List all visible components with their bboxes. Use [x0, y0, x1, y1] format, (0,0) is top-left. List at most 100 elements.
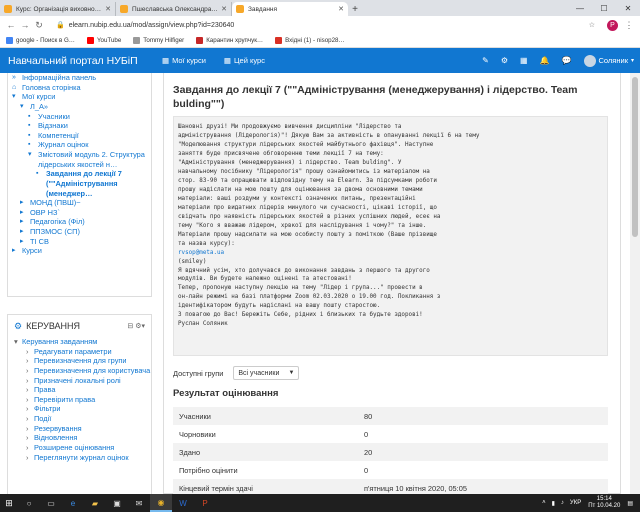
- intro-line: ідентифікатором будуть надіслані на вашу…: [178, 303, 381, 310]
- group-select[interactable]: Всі учасники ▼: [233, 366, 300, 380]
- admin-menu-item[interactable]: › Відновлення: [8, 433, 151, 443]
- nav-item[interactable]: ▾ Мої курси: [8, 92, 151, 102]
- browser-tab-1[interactable]: Курс: Організація виховної роб… ✕: [0, 2, 116, 16]
- intro-line: та назва курсу):: [178, 240, 235, 247]
- admin-menu-item[interactable]: › Події: [8, 414, 151, 424]
- chevron-up-icon[interactable]: ˄: [542, 500, 546, 506]
- intro-line: прошу надіслати на мою пошту для оцінюва…: [178, 186, 423, 193]
- browser-tab-3[interactable]: Завдання ✕: [232, 2, 348, 16]
- admin-menu-item[interactable]: › Призначені локальні ролі: [8, 376, 151, 386]
- bookmark-star-icon[interactable]: ☆: [589, 21, 595, 29]
- minimize-icon[interactable]: —: [568, 4, 592, 13]
- nav-item[interactable]: ▪ Завдання до лекції 7 (""Адміністрування…: [8, 169, 151, 198]
- admin-section[interactable]: ▾ Керування завданням: [8, 337, 151, 347]
- admin-menu-item[interactable]: › Резервування: [8, 424, 151, 434]
- nav-item-label: Інформаційна панель: [22, 73, 97, 82]
- intro-line[interactable]: rvsop@meta.ua: [178, 249, 603, 258]
- store-icon[interactable]: ▣: [106, 494, 128, 512]
- tab-close-icon[interactable]: ✕: [105, 5, 111, 13]
- block-controls[interactable]: ⊟ ⚙▾: [127, 322, 145, 330]
- nav-item[interactable]: ▪ Журнал оцінок: [8, 140, 151, 150]
- my-courses-menu[interactable]: ▦ Мої курси: [162, 56, 206, 65]
- site-brand[interactable]: Навчальний портал НУБіП: [0, 55, 162, 67]
- table-row: Потрібно оцінити 0: [173, 461, 608, 479]
- forward-icon[interactable]: →: [18, 20, 32, 30]
- table-row: Учасники 80: [173, 407, 608, 425]
- nav-item-label: Завдання до лекції 7 (""Адміністрування …: [46, 169, 122, 198]
- nav-item[interactable]: » Інформаційна панель: [8, 73, 151, 83]
- admin-menu-item[interactable]: › Переглянути журнал оцінок: [8, 453, 151, 463]
- tab-close-icon[interactable]: ✕: [338, 5, 344, 13]
- powerpoint-icon[interactable]: P: [194, 494, 216, 512]
- language-indicator[interactable]: УКР: [570, 500, 581, 506]
- group-label: Доступні групи: [173, 368, 224, 378]
- tab-title: Пшеславська Олександра В'яче…: [132, 5, 218, 13]
- admin-menu-item[interactable]: › Права: [8, 385, 151, 395]
- admin-menu-item[interactable]: › Розширене оцінювання: [8, 443, 151, 453]
- bookmark-label: Карантин хрупчук…: [206, 37, 264, 44]
- nav-item[interactable]: ▸ Педагогіка (Філ): [8, 217, 151, 227]
- chrome-icon[interactable]: ◉: [150, 494, 172, 512]
- nav-item[interactable]: ▾ Змістовий модуль 2. Структура лідерськи…: [8, 150, 151, 169]
- nav-item[interactable]: ▸ Курси: [8, 246, 151, 256]
- browser-tab-bar: Курс: Організація виховної роб… ✕ Пшесла…: [0, 0, 640, 16]
- bookmark-gmail[interactable]: Вхідні (1) - nisop28…: [275, 37, 345, 44]
- nav-item-icon: ▪: [28, 112, 31, 120]
- admin-menu-item[interactable]: › Перевизначення для групи: [8, 356, 151, 366]
- nav-item[interactable]: ▸ МОНД (ПВШ)~: [8, 198, 151, 208]
- nav-item[interactable]: ▸ ТІ СВ: [8, 237, 151, 247]
- search-icon[interactable]: ○: [18, 494, 40, 512]
- nav-item[interactable]: ▪ Учасники: [8, 112, 151, 122]
- edit-pencil-icon[interactable]: ✎: [482, 56, 489, 65]
- edge-icon[interactable]: e: [62, 494, 84, 512]
- bookmark-tommy[interactable]: Tommy Hilfiger: [133, 37, 184, 44]
- bookmark-karantyn[interactable]: Карантин хрупчук…: [196, 37, 263, 44]
- clock[interactable]: 15:14 Пт 10.04.20: [588, 496, 620, 510]
- mail-icon[interactable]: ✉: [128, 494, 150, 512]
- messages-icon[interactable]: 💬: [562, 56, 572, 65]
- nav-item[interactable]: ▸ ППЗМОС (СП): [8, 227, 151, 237]
- windows-taskbar: ⊞ ○ ▭ e ▰ ▣ ✉ ◉ W P ˄ ▮ ♪ УКР 15:14 Пт 1…: [0, 494, 640, 512]
- browser-menu-icon[interactable]: ⋮: [622, 20, 636, 31]
- reload-icon[interactable]: ↻: [32, 20, 46, 31]
- scrollbar-thumb[interactable]: [632, 77, 638, 237]
- nav-item[interactable]: ▸ ОВР НЗ`: [8, 208, 151, 218]
- close-window-icon[interactable]: ✕: [616, 4, 640, 13]
- admin-menu-item[interactable]: › Перевизначення для користувача: [8, 366, 151, 376]
- new-tab-button[interactable]: +: [348, 2, 362, 16]
- nav-item-label: Педагогіка (Філ): [30, 217, 85, 227]
- admin-menu-item[interactable]: › Фільтри: [8, 404, 151, 414]
- profile-avatar[interactable]: P: [607, 19, 618, 31]
- page-scrollbar[interactable]: [630, 73, 640, 494]
- grid-icon[interactable]: ▦: [520, 56, 528, 65]
- task-view-icon[interactable]: ▭: [40, 494, 62, 512]
- file-explorer-icon[interactable]: ▰: [84, 494, 106, 512]
- url-field[interactable]: 🔒 elearn.nubip.edu.ua/mod/assign/view.ph…: [50, 19, 603, 32]
- network-icon[interactable]: ▮: [552, 500, 555, 507]
- notifications-icon[interactable]: ▤: [627, 500, 633, 507]
- nav-item[interactable]: ▾ Л_А»: [8, 102, 151, 112]
- nav-item[interactable]: ▪ Відзнаки: [8, 121, 151, 131]
- bookmark-google[interactable]: google - Поиск в G…: [6, 37, 75, 44]
- nav-item[interactable]: ⌂ Головна сторінка: [8, 83, 151, 93]
- volume-icon[interactable]: ♪: [561, 500, 564, 506]
- tab-close-icon[interactable]: ✕: [221, 5, 227, 13]
- this-course-menu[interactable]: ▦ Цей курс: [224, 56, 265, 65]
- admin-menu-item[interactable]: › Редагувати параметри: [8, 347, 151, 357]
- result-value: 0: [364, 465, 369, 475]
- browser-tab-2[interactable]: Пшеславська Олександра В'яче… ✕: [116, 2, 232, 16]
- maximize-icon[interactable]: ☐: [592, 4, 616, 13]
- bookmark-youtube[interactable]: YouTube: [86, 37, 122, 44]
- admin-items: › Редагувати параметри › Перевизначення для…: [8, 347, 151, 463]
- back-icon[interactable]: ←: [4, 20, 18, 30]
- settings-gear-icon[interactable]: ⚙: [501, 56, 508, 65]
- user-menu[interactable]: Соляник ▾: [583, 54, 634, 67]
- bookmark-label: YouTube: [96, 37, 122, 44]
- result-label: Учасники: [173, 407, 358, 425]
- admin-menu-item[interactable]: › Перевірити права: [8, 395, 151, 405]
- windows-start-icon[interactable]: ⊞: [0, 494, 18, 512]
- chevron-right-icon: ›: [26, 375, 29, 385]
- word-icon[interactable]: W: [172, 494, 194, 512]
- nav-item[interactable]: ▪ Компетенції: [8, 131, 151, 141]
- notifications-bell-icon[interactable]: 🔔: [540, 56, 550, 65]
